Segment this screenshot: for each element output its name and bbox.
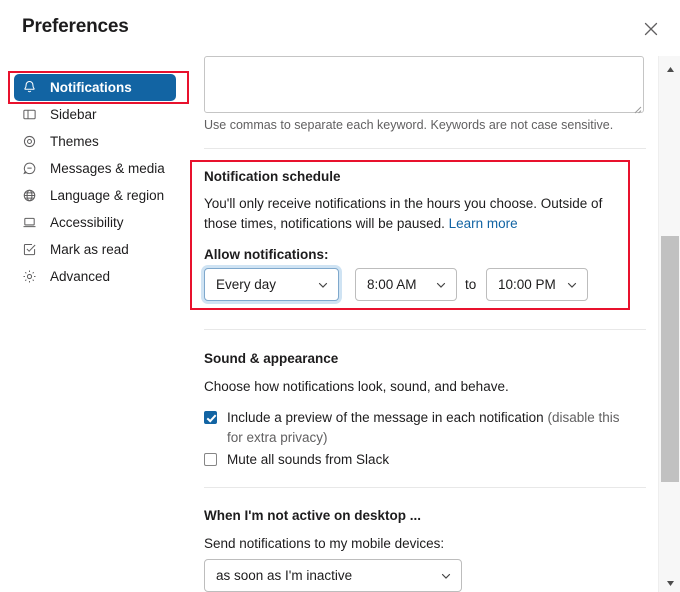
laptop-icon [22, 215, 41, 230]
sidebar-item-language-region[interactable]: Language & region [14, 182, 176, 209]
keywords-textarea[interactable] [204, 56, 644, 113]
notification-schedule-description-text: You'll only receive notifications in the… [204, 196, 603, 231]
schedule-end-time-value: 10:00 PM [498, 277, 556, 292]
not-active-title: When I'm not active on desktop ... [204, 508, 421, 523]
schedule-to-label: to [465, 277, 477, 292]
mobile-devices-label: Send notifications to my mobile devices: [204, 536, 445, 551]
check-square-icon [22, 242, 41, 257]
schedule-start-time-select[interactable]: 8:00 AM [355, 268, 457, 301]
notification-schedule-description: You'll only receive notifications in the… [204, 194, 624, 233]
page-title: Preferences [22, 16, 129, 37]
sidebar-item-label: Accessibility [50, 214, 124, 230]
sidebar-item-label: Notifications [50, 79, 132, 95]
checkbox-include-preview-label: Include a preview of the message in each… [227, 408, 629, 447]
caret-up-icon[interactable] [659, 60, 680, 78]
chevron-down-icon [566, 279, 578, 291]
sidebar-item-label: Advanced [50, 268, 111, 284]
chevron-down-icon [435, 279, 447, 291]
sidebar-item-mark-as-read[interactable]: Mark as read [14, 236, 176, 263]
divider-3 [204, 487, 646, 488]
sidebar-item-themes[interactable]: Themes [14, 128, 176, 155]
notification-schedule-title: Notification schedule [204, 169, 341, 184]
sidebar-item-notifications[interactable]: Notifications [14, 74, 176, 101]
checkbox-indicator[interactable] [204, 411, 217, 424]
vertical-scrollbar[interactable] [658, 56, 680, 592]
sidebar-item-label: Sidebar [50, 106, 97, 122]
sidebar-item-label: Mark as read [50, 241, 129, 257]
scrollbar-thumb[interactable] [661, 236, 679, 482]
sound-appearance-description: Choose how notifications look, sound, an… [204, 379, 509, 394]
dialog-header: Preferences [0, 0, 680, 56]
preferences-sidebar: Notifications Sidebar Themes Messages & … [0, 56, 190, 592]
chevron-down-icon [440, 570, 452, 582]
sidebar-item-label: Themes [50, 133, 99, 149]
learn-more-link[interactable]: Learn more [449, 216, 518, 231]
mobile-notifications-value: as soon as I'm inactive [216, 568, 353, 583]
globe-icon [22, 188, 41, 203]
sidebar-item-label: Messages & media [50, 160, 165, 176]
checkbox-mute-all-sounds[interactable]: Mute all sounds from Slack [204, 450, 629, 470]
checkbox-include-preview-main: Include a preview of the message in each… [227, 410, 548, 425]
divider-2 [204, 329, 646, 330]
allow-notifications-label: Allow notifications: [204, 247, 329, 262]
checkbox-mute-all-sounds-label: Mute all sounds from Slack [227, 452, 390, 467]
sidebar-panel-icon [22, 107, 41, 122]
sound-appearance-title: Sound & appearance [204, 351, 339, 366]
sidebar-item-messages-media[interactable]: Messages & media [14, 155, 176, 182]
checkbox-indicator[interactable] [204, 453, 217, 466]
close-icon[interactable] [636, 14, 666, 44]
gear-icon [22, 269, 41, 284]
preferences-dialog: Preferences Notifications Sidebar Themes… [0, 0, 680, 592]
mobile-notifications-select[interactable]: as soon as I'm inactive [204, 559, 462, 592]
sidebar-item-label: Language & region [50, 187, 165, 203]
sidebar-item-sidebar[interactable]: Sidebar [14, 101, 176, 128]
schedule-start-time-value: 8:00 AM [367, 277, 417, 292]
caret-down-icon[interactable] [659, 574, 680, 592]
bell-icon [22, 80, 41, 95]
keywords-helper-text: Use commas to separate each keyword. Key… [204, 118, 614, 132]
chat-bubble-icon [22, 161, 41, 176]
preferences-main-panel: Use commas to separate each keyword. Key… [190, 56, 658, 592]
schedule-day-select-value: Every day [216, 277, 277, 292]
sidebar-item-accessibility[interactable]: Accessibility [14, 209, 176, 236]
chevron-down-icon [317, 279, 329, 291]
schedule-day-select[interactable]: Every day [204, 268, 339, 301]
checkbox-include-preview[interactable]: Include a preview of the message in each… [204, 408, 629, 447]
schedule-end-time-select[interactable]: 10:00 PM [486, 268, 588, 301]
sidebar-item-advanced[interactable]: Advanced [14, 263, 176, 290]
divider-1 [204, 148, 646, 149]
eye-icon [22, 134, 41, 149]
